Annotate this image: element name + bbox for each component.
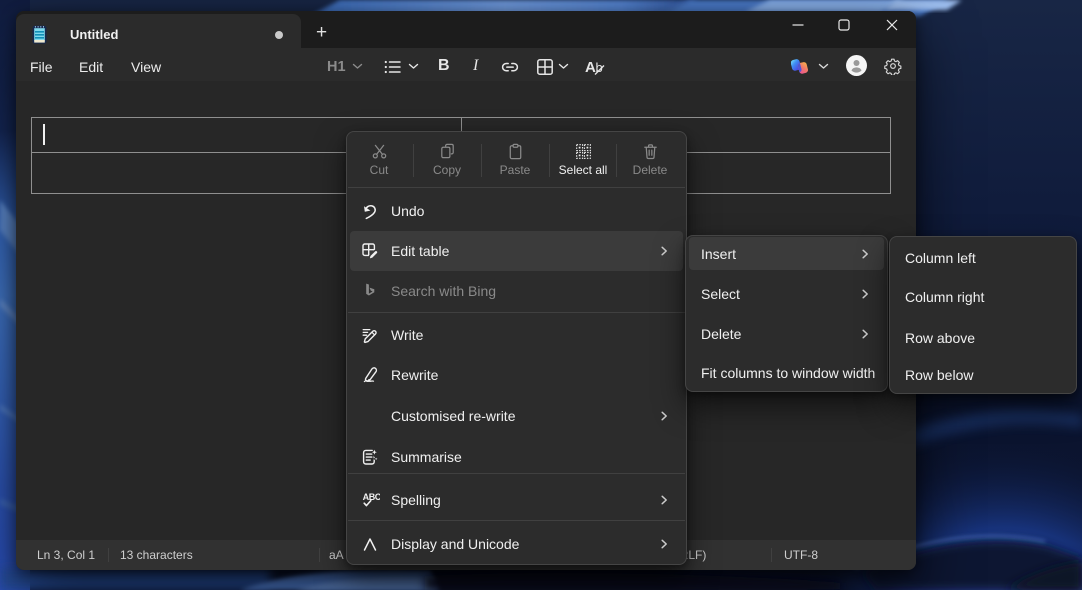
svg-text:A: A <box>585 59 596 76</box>
